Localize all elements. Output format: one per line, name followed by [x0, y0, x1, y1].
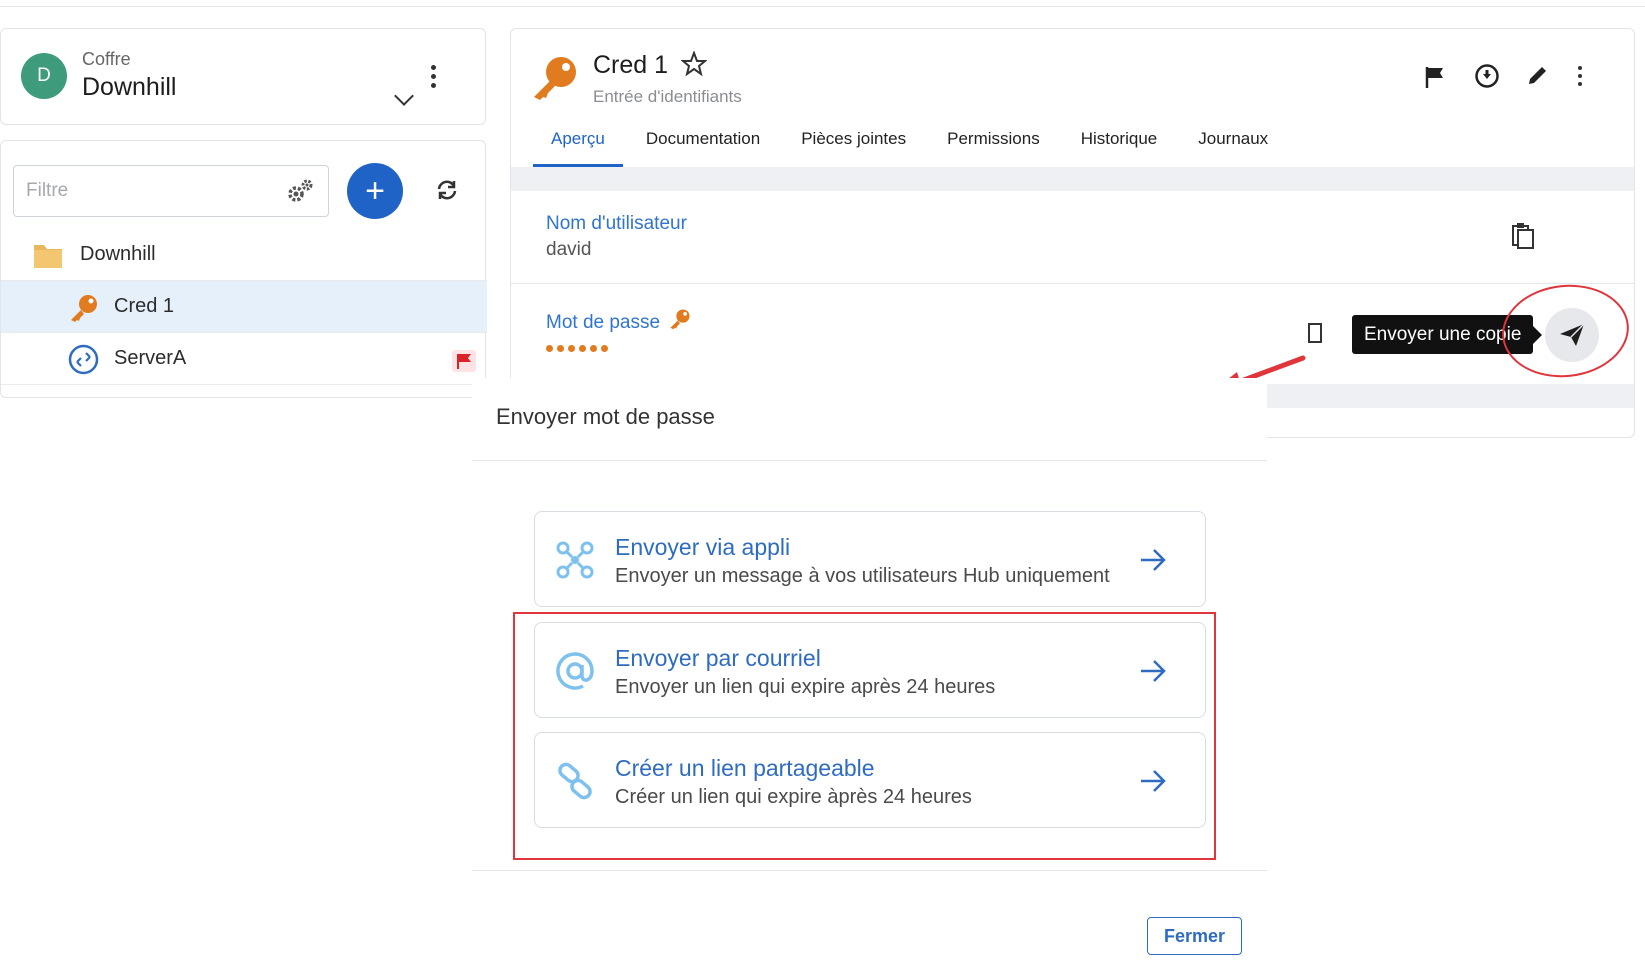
- vault-more-icon[interactable]: [430, 65, 436, 88]
- arrow-right-icon: [1141, 549, 1166, 571]
- tree-item-label: ServerA: [114, 347, 187, 369]
- send-via-app-option[interactable]: Envoyer via appli Envoyer un message à v…: [534, 511, 1206, 607]
- top-divider: [0, 6, 1645, 7]
- vault-name: Downhill: [82, 73, 177, 101]
- tab-permissions[interactable]: Permissions: [929, 129, 1058, 167]
- option-title: Envoyer via appli: [615, 534, 791, 560]
- copy-clipboard-icon[interactable]: [1511, 221, 1535, 249]
- flag-icon[interactable]: [1424, 65, 1446, 89]
- key-icon: [670, 309, 690, 330]
- refresh-icon[interactable]: [435, 178, 459, 202]
- vault-kicker: Coffre: [82, 49, 131, 69]
- dialog-divider: [472, 870, 1267, 871]
- username-field: Nom d'utilisateur david: [511, 191, 1634, 284]
- username-label: Nom d'utilisateur: [546, 213, 687, 234]
- tab-documentation[interactable]: Documentation: [628, 129, 778, 167]
- tab-pieces-jointes[interactable]: Pièces jointes: [783, 129, 924, 167]
- dialog-title: Envoyer mot de passe: [496, 404, 715, 429]
- chevron-down-icon[interactable]: [394, 86, 414, 106]
- entry-subtitle: Entrée d'identifiants: [593, 87, 742, 106]
- folder-icon: [34, 245, 62, 268]
- annotation-highlight-box: [513, 612, 1216, 860]
- section-divider: [511, 167, 1634, 191]
- entry-title: Cred 1: [593, 51, 669, 79]
- vault-avatar: D: [21, 53, 67, 99]
- add-entry-button[interactable]: +: [347, 163, 403, 219]
- checkout-icon[interactable]: [1474, 63, 1500, 89]
- tree-item-downhill[interactable]: Downhill: [1, 229, 487, 281]
- app-network-icon: [556, 541, 594, 579]
- flag-icon: [452, 350, 476, 372]
- username-value[interactable]: david: [546, 239, 591, 261]
- key-icon: [534, 57, 576, 100]
- option-description: Envoyer un message à vos utilisateurs Hu…: [615, 565, 1110, 587]
- edit-pencil-icon[interactable]: [1526, 63, 1550, 87]
- filter-input[interactable]: [13, 165, 329, 217]
- tree-item-label: Cred 1: [114, 295, 175, 317]
- key-icon: [71, 295, 97, 322]
- tab-apercu[interactable]: Aperçu: [533, 129, 623, 167]
- tree-item-cred-1[interactable]: Cred 1: [1, 281, 487, 333]
- dialog-divider: [472, 460, 1267, 461]
- entry-panel: Cred 1 Entrée d'identifiants Aperçu Docu…: [510, 28, 1635, 438]
- navigation-tree-panel: + Downhill Cred 1 ServerA: [0, 140, 487, 398]
- close-button[interactable]: Fermer: [1147, 917, 1242, 955]
- copy-password-icon[interactable]: [1307, 320, 1323, 346]
- tree-item-label: Downhill: [80, 243, 156, 265]
- tab-historique[interactable]: Historique: [1063, 129, 1176, 167]
- vault-header[interactable]: D Coffre Downhill: [0, 28, 486, 125]
- entry-tabs: Aperçu Documentation Pièces jointes Perm…: [533, 129, 1291, 167]
- password-label: Mot de passe: [546, 308, 691, 334]
- tree-item-servera[interactable]: ServerA: [1, 333, 487, 385]
- entry-more-icon[interactable]: [1577, 66, 1583, 86]
- remote-session-icon: [68, 344, 99, 375]
- tab-journaux[interactable]: Journaux: [1180, 129, 1286, 167]
- filter-settings-icon[interactable]: [284, 177, 316, 205]
- favorite-star-icon[interactable]: [681, 51, 707, 77]
- password-mask: [546, 345, 608, 352]
